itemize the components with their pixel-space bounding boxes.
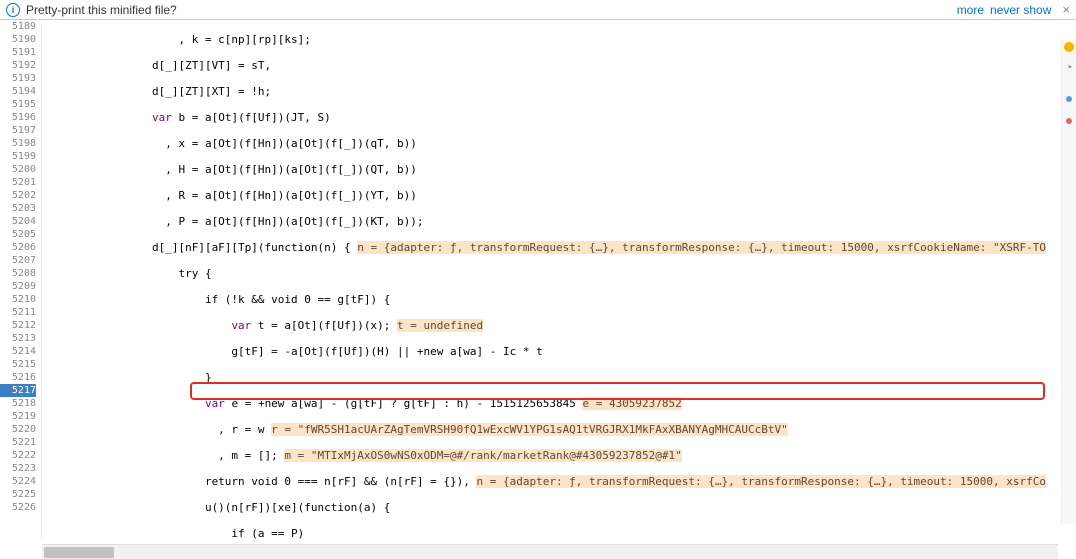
line-number[interactable]: 5215 <box>0 358 36 371</box>
line-number[interactable]: 5194 <box>0 85 36 98</box>
code-line: try { <box>42 267 1076 280</box>
code-line: d[_][ZT][VT] = sT, <box>42 59 1076 72</box>
code-line: , P = a[Ot](f[Hn])(a[Ot](f[_])(KT, b)); <box>42 215 1076 228</box>
code-line: return void 0 === n[rF] && (n[rF] = {}),… <box>42 475 1076 488</box>
scrollbar-marker[interactable] <box>1066 118 1072 124</box>
line-number[interactable]: 5189 <box>0 20 36 33</box>
info-icon: i <box>6 3 20 17</box>
line-number[interactable]: 5222 <box>0 449 36 462</box>
line-number[interactable]: 5203 <box>0 202 36 215</box>
pretty-print-banner: i Pretty-print this minified file? more … <box>0 0 1076 20</box>
banner-prompt: Pretty-print this minified file? <box>26 3 177 17</box>
line-number[interactable]: 5224 <box>0 475 36 488</box>
code-line: , k = c[np][rp][ks]; <box>42 33 1076 46</box>
code-line: } <box>42 371 1076 384</box>
line-number[interactable]: 5216 <box>0 371 36 384</box>
warning-icon[interactable] <box>1064 42 1074 52</box>
line-number[interactable]: 5199 <box>0 150 36 163</box>
more-link[interactable]: more <box>957 3 984 17</box>
line-number[interactable]: 5206 <box>0 241 36 254</box>
line-number[interactable]: 5198 <box>0 137 36 150</box>
line-number[interactable]: 5204 <box>0 215 36 228</box>
line-number[interactable]: 5202 <box>0 189 36 202</box>
code-line: var b = a[Ot](f[Uf])(JT, S) <box>42 111 1076 124</box>
vertical-scrollbar[interactable]: ▸ <box>1061 40 1076 524</box>
line-number[interactable]: 5213 <box>0 332 36 345</box>
line-number[interactable]: 5225 <box>0 488 36 501</box>
code-line: d[_][ZT][XT] = !h; <box>42 85 1076 98</box>
line-number[interactable]: 5196 <box>0 111 36 124</box>
line-number[interactable]: 5219 <box>0 410 36 423</box>
line-number[interactable]: 5201 <box>0 176 36 189</box>
value-highlight: m = "MTIxMjAxOS0wNS0xODM=@#/rank/marketR… <box>284 449 681 462</box>
code-area[interactable]: , k = c[np][rp][ks]; d[_][ZT][VT] = sT, … <box>42 20 1076 539</box>
line-number[interactable]: 5209 <box>0 280 36 293</box>
code-line: , x = a[Ot](f[Hn])(a[Ot](f[_])(qT, b)) <box>42 137 1076 150</box>
line-number[interactable]: 5195 <box>0 98 36 111</box>
value-highlight: e = 43059237852 <box>582 397 681 410</box>
line-number[interactable]: 5212 <box>0 319 36 332</box>
editor-main: 5189519051915192519351945195519651975198… <box>0 20 1076 539</box>
value-highlight: t = undefined <box>397 319 483 332</box>
code-line: , r = w r = "fWR5SH1acUArZAgTemVRSH90fQ1… <box>42 423 1076 436</box>
chevron-right-icon: ▸ <box>1068 62 1073 72</box>
line-number[interactable]: 5193 <box>0 72 36 85</box>
value-highlight: n = {adapter: ƒ, transformRequest: {…}, … <box>357 241 1046 254</box>
line-number[interactable]: 5190 <box>0 33 36 46</box>
code-line: d[_][nF][aF][Tp](function(n) { n = {adap… <box>42 241 1076 254</box>
line-number[interactable]: 5221 <box>0 436 36 449</box>
line-number[interactable]: 5220 <box>0 423 36 436</box>
code-line: g[tF] = -a[Ot](f[Uf])(H) || +new a[wa] -… <box>42 345 1076 358</box>
scrollbar-marker[interactable] <box>1066 96 1072 102</box>
line-number[interactable]: 5200 <box>0 163 36 176</box>
line-number[interactable]: 5226 <box>0 501 36 514</box>
line-number[interactable]: 5208 <box>0 267 36 280</box>
line-number[interactable]: 5218 <box>0 397 36 410</box>
line-number[interactable]: 5197 <box>0 124 36 137</box>
value-highlight: n = {adapter: ƒ, transformRequest: {…}, … <box>476 475 1046 488</box>
value-highlight: r = "fWR5SH1acUArZAgTemVRSH90fQ1wExcWV1Y… <box>271 423 788 436</box>
line-number[interactable]: 5191 <box>0 46 36 59</box>
line-number[interactable]: 5223 <box>0 462 36 475</box>
line-number[interactable]: 5211 <box>0 306 36 319</box>
line-number[interactable]: 5217 <box>0 384 36 397</box>
horizontal-scrollbar[interactable] <box>42 544 1058 559</box>
code-line: var t = a[Ot](f[Uf])(x); t = undefined <box>42 319 1076 332</box>
line-number[interactable]: 5205 <box>0 228 36 241</box>
line-number-gutter: 5189519051915192519351945195519651975198… <box>0 20 42 539</box>
line-number[interactable]: 5192 <box>0 59 36 72</box>
code-line: if (a == P) <box>42 527 1076 539</box>
code-line: , H = a[Ot](f[Hn])(a[Ot](f[_])(QT, b)) <box>42 163 1076 176</box>
line-number[interactable]: 5210 <box>0 293 36 306</box>
scrollbar-thumb[interactable] <box>44 547 114 558</box>
code-line: if (!k && void 0 == g[tF]) { <box>42 293 1076 306</box>
code-line: var e = +new a[wa] - (g[tF] ? g[tF] : h)… <box>42 397 1076 410</box>
code-line: , m = []; m = "MTIxMjAxOS0wNS0xODM=@#/ra… <box>42 449 1076 462</box>
never-show-link[interactable]: never show <box>990 3 1051 17</box>
line-number[interactable]: 5214 <box>0 345 36 358</box>
code-line: , R = a[Ot](f[Hn])(a[Ot](f[_])(YT, b)) <box>42 189 1076 202</box>
close-icon[interactable]: × <box>1062 2 1070 17</box>
line-number[interactable]: 5207 <box>0 254 36 267</box>
code-line: u()(n[rF])[xe](function(a) { <box>42 501 1076 514</box>
